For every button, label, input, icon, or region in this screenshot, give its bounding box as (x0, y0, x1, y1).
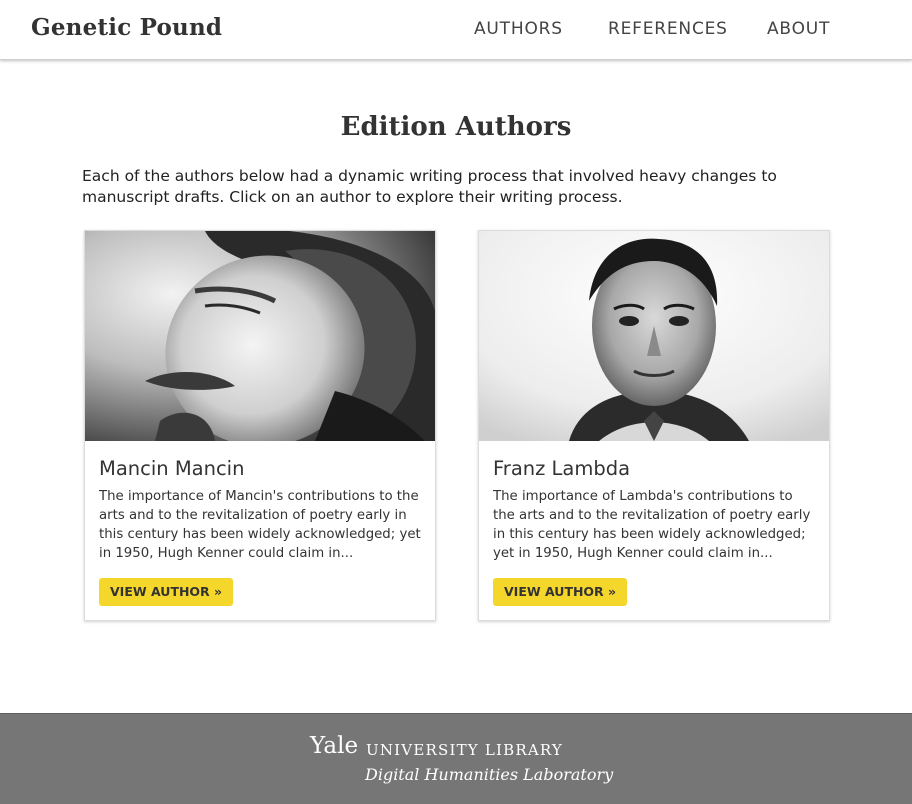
author-name[interactable]: Franz Lambda (493, 457, 630, 480)
author-description: The importance of Mancin's contributions… (99, 489, 421, 561)
page-title: Edition Authors (340, 112, 572, 142)
footer: Yale UNIVERSITY LIBRARY Digital Humaniti… (0, 713, 912, 804)
footer-yale-wordmark[interactable]: Yale (310, 733, 358, 759)
footer-lab-label[interactable]: Digital Humanities Laboratory (365, 765, 613, 784)
author-portrait[interactable] (479, 231, 829, 441)
nav-about-link[interactable]: ABOUT (767, 19, 830, 39)
author-card[interactable]: Mancin Mancin The importance of Mancin's… (84, 230, 436, 621)
main-nav: AUTHORS REFERENCES ABOUT (0, 19, 912, 41)
author-name[interactable]: Mancin Mancin (99, 457, 244, 480)
view-author-button[interactable]: VIEW AUTHOR » (493, 578, 628, 606)
author-card[interactable]: Franz Lambda The importance of Lambda's … (478, 230, 830, 621)
author-description: The importance of Lambda's contributions… (493, 489, 811, 561)
nav-authors-link[interactable]: AUTHORS (474, 19, 563, 39)
intro-text: Each of the authors below had a dynamic … (82, 167, 777, 206)
portrait-image-lambda (479, 231, 829, 441)
view-author-button[interactable]: VIEW AUTHOR » (99, 578, 234, 606)
portrait-image-mancin (85, 231, 435, 441)
nav-references-link[interactable]: REFERENCES (608, 19, 728, 39)
author-portrait[interactable] (85, 231, 435, 441)
top-navbar: Genetic Pound AUTHORS REFERENCES ABOUT (0, 0, 912, 60)
footer-library-label[interactable]: UNIVERSITY LIBRARY (366, 741, 563, 759)
